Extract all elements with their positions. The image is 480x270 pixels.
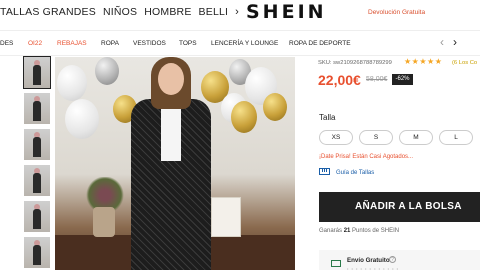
thumbnail-strip	[23, 56, 51, 270]
category-item-ropa[interactable]: ROPA	[101, 40, 119, 47]
thumbnail-image[interactable]	[24, 237, 50, 268]
model-face	[158, 63, 184, 95]
product-sku: SKU: sw2109268788789299	[318, 60, 392, 66]
category-item-vestidos[interactable]: VESTIDOS	[133, 40, 166, 47]
category-item[interactable]: DES	[0, 40, 13, 47]
current-price: 22,00€	[318, 72, 361, 88]
add-to-bag-button[interactable]: AÑADIR A LA BOLSA	[319, 192, 480, 222]
model-shirt	[161, 101, 181, 161]
product-main-image[interactable]	[55, 57, 295, 270]
shipping-title: Envío Gratuito	[347, 257, 390, 264]
top-header: TALLAS GRANDES NIÑOS HOMBRE BELLI › SHEI…	[0, 0, 480, 26]
points-suffix: Puntos de SHEIN	[350, 228, 400, 234]
size-option-s[interactable]: S	[359, 130, 393, 145]
shein-logo[interactable]: SHEIN	[246, 1, 327, 23]
category-item-rebajas[interactable]: REBAJAS	[57, 40, 87, 47]
chevron-left-icon[interactable]: ‹	[440, 35, 444, 49]
rating-stars-icon[interactable]: ★★★★★	[404, 57, 442, 66]
size-label: Talla	[319, 113, 336, 122]
size-option-l[interactable]: L	[439, 130, 473, 145]
chevron-right-icon[interactable]: ›	[235, 6, 239, 18]
nav-item-belleza[interactable]: BELLI	[199, 6, 229, 18]
thumbnail-image[interactable]	[24, 201, 50, 232]
nav-item-tallas-grandes[interactable]: TALLAS GRANDES	[0, 6, 96, 18]
balloon-decoration	[263, 93, 287, 121]
balloon-decoration	[57, 65, 87, 101]
nav-item-ninos[interactable]: NIÑOS	[103, 6, 137, 18]
size-option-m[interactable]: M	[399, 130, 433, 145]
low-stock-alert: ¡Date Prisa! Están Casi Agotados...	[319, 154, 414, 160]
category-item-oi22[interactable]: OI22	[28, 40, 42, 47]
chevron-right-icon[interactable]: ›	[453, 35, 457, 49]
category-item-tops[interactable]: TOPS	[179, 40, 197, 47]
free-returns-banner[interactable]: Devolución Gratuita	[368, 9, 425, 16]
size-guide-link[interactable]: Guía de Tallas	[336, 170, 374, 176]
shipping-panel: Envío Gratuito ? • • • • • • • • • • • •	[319, 250, 480, 270]
reviews-link[interactable]: (6 Los Co	[452, 60, 477, 66]
vase-decoration	[93, 207, 115, 237]
size-option-xs[interactable]: XS	[319, 130, 353, 145]
truck-icon	[331, 260, 341, 267]
original-price: 58,00€	[366, 76, 388, 83]
points-prefix: Ganarás	[319, 228, 344, 234]
discount-badge: -62%	[392, 74, 413, 85]
category-item-ropa-deporte[interactable]: ROPA DE DEPORTE	[289, 40, 351, 47]
ruler-icon[interactable]	[319, 168, 330, 175]
points-info: Ganarás 21 Puntos de SHEIN	[319, 228, 399, 234]
thumbnail-image[interactable]	[24, 165, 50, 196]
thumbnail-image[interactable]	[23, 56, 51, 89]
balloon-decoration	[231, 101, 257, 133]
question-icon[interactable]: ?	[389, 256, 396, 263]
category-item-lenceria[interactable]: LENCERÍA Y LOUNGE	[211, 40, 278, 47]
thumbnail-image[interactable]	[24, 93, 50, 124]
gift-box-decoration	[211, 197, 241, 237]
shipping-details: • • • • • • • • • • • •	[347, 266, 400, 270]
balloon-decoration	[65, 99, 99, 139]
category-bar: DES OI22 REBAJAS ROPA VESTIDOS TOPS LENC…	[0, 30, 480, 56]
main-nav: TALLAS GRANDES NIÑOS HOMBRE BELLI ›	[0, 6, 239, 18]
balloon-decoration	[95, 57, 119, 85]
thumbnail-image[interactable]	[24, 129, 50, 160]
nav-item-hombre[interactable]: HOMBRE	[144, 6, 191, 18]
